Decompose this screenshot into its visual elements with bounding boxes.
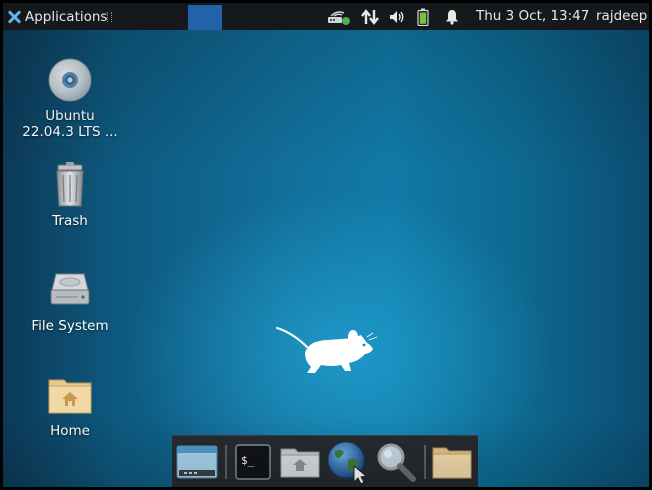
desktop-icon-file-system[interactable]: File System [15, 266, 125, 334]
applications-menu-label: Applications [25, 8, 108, 25]
desktop-icon-label: File System [31, 318, 109, 334]
clock[interactable]: Thu 3 Oct, 13:47 [476, 3, 589, 30]
desktop-icon-ubuntu-disc[interactable]: Ubuntu 22.04.3 LTS ... [15, 56, 125, 140]
top-panel: Applications Thu 3 Oct, 13:47 rajdeep [3, 3, 649, 30]
xfce-logo-icon [7, 10, 21, 24]
panel-separator-handle[interactable] [107, 12, 112, 22]
optical-disc-icon [46, 56, 94, 104]
transfer-arrows-icon[interactable] [360, 8, 380, 26]
battery-icon[interactable] [416, 8, 430, 26]
volume-icon[interactable] [389, 8, 407, 26]
file-manager-icon [432, 447, 472, 478]
show-desktop-icon [176, 445, 218, 478]
dock-file-manager[interactable] [430, 440, 474, 484]
desktop-icon-trash[interactable]: Trash [15, 161, 125, 229]
dock-panel: $_ [172, 435, 478, 487]
dock-separator [224, 444, 227, 479]
desktop-icon-label: Ubuntu [45, 108, 95, 124]
terminal-icon: $_ [234, 443, 271, 480]
system-tray [327, 3, 470, 30]
desktop-icon-home[interactable]: Home [15, 371, 125, 439]
dock-search[interactable] [374, 440, 418, 484]
dock-show-desktop[interactable] [175, 440, 219, 484]
dock-separator [424, 444, 427, 479]
dock-web-browser[interactable] [326, 440, 370, 484]
web-browser-icon [327, 441, 368, 484]
trash-icon [46, 161, 94, 209]
xfce-mouse-logo [275, 323, 385, 383]
terminal-prompt: $_ [241, 454, 255, 467]
desktop[interactable]: Applications Thu 3 Oct, 13:47 rajdeep Ub… [3, 3, 649, 487]
home-folder-icon [46, 371, 94, 419]
network-icon[interactable] [327, 8, 351, 26]
user-menu[interactable]: rajdeep [596, 3, 647, 30]
dock-terminal[interactable]: $_ [231, 440, 275, 484]
search-icon [377, 443, 417, 482]
desktop-icon-label: Home [50, 423, 90, 439]
desktop-icon-label: Trash [52, 213, 88, 229]
hard-drive-icon [46, 266, 94, 314]
workspace-switcher[interactable] [188, 5, 222, 30]
screen: Applications Thu 3 Oct, 13:47 rajdeep Ub… [0, 0, 652, 490]
applications-menu-button[interactable]: Applications [5, 3, 111, 30]
desktop-icon-label-line2: 22.04.3 LTS ... [22, 124, 118, 140]
dock-home-folder[interactable] [279, 440, 323, 484]
home-folder-icon [280, 448, 320, 477]
notification-bell-icon[interactable] [443, 8, 461, 26]
